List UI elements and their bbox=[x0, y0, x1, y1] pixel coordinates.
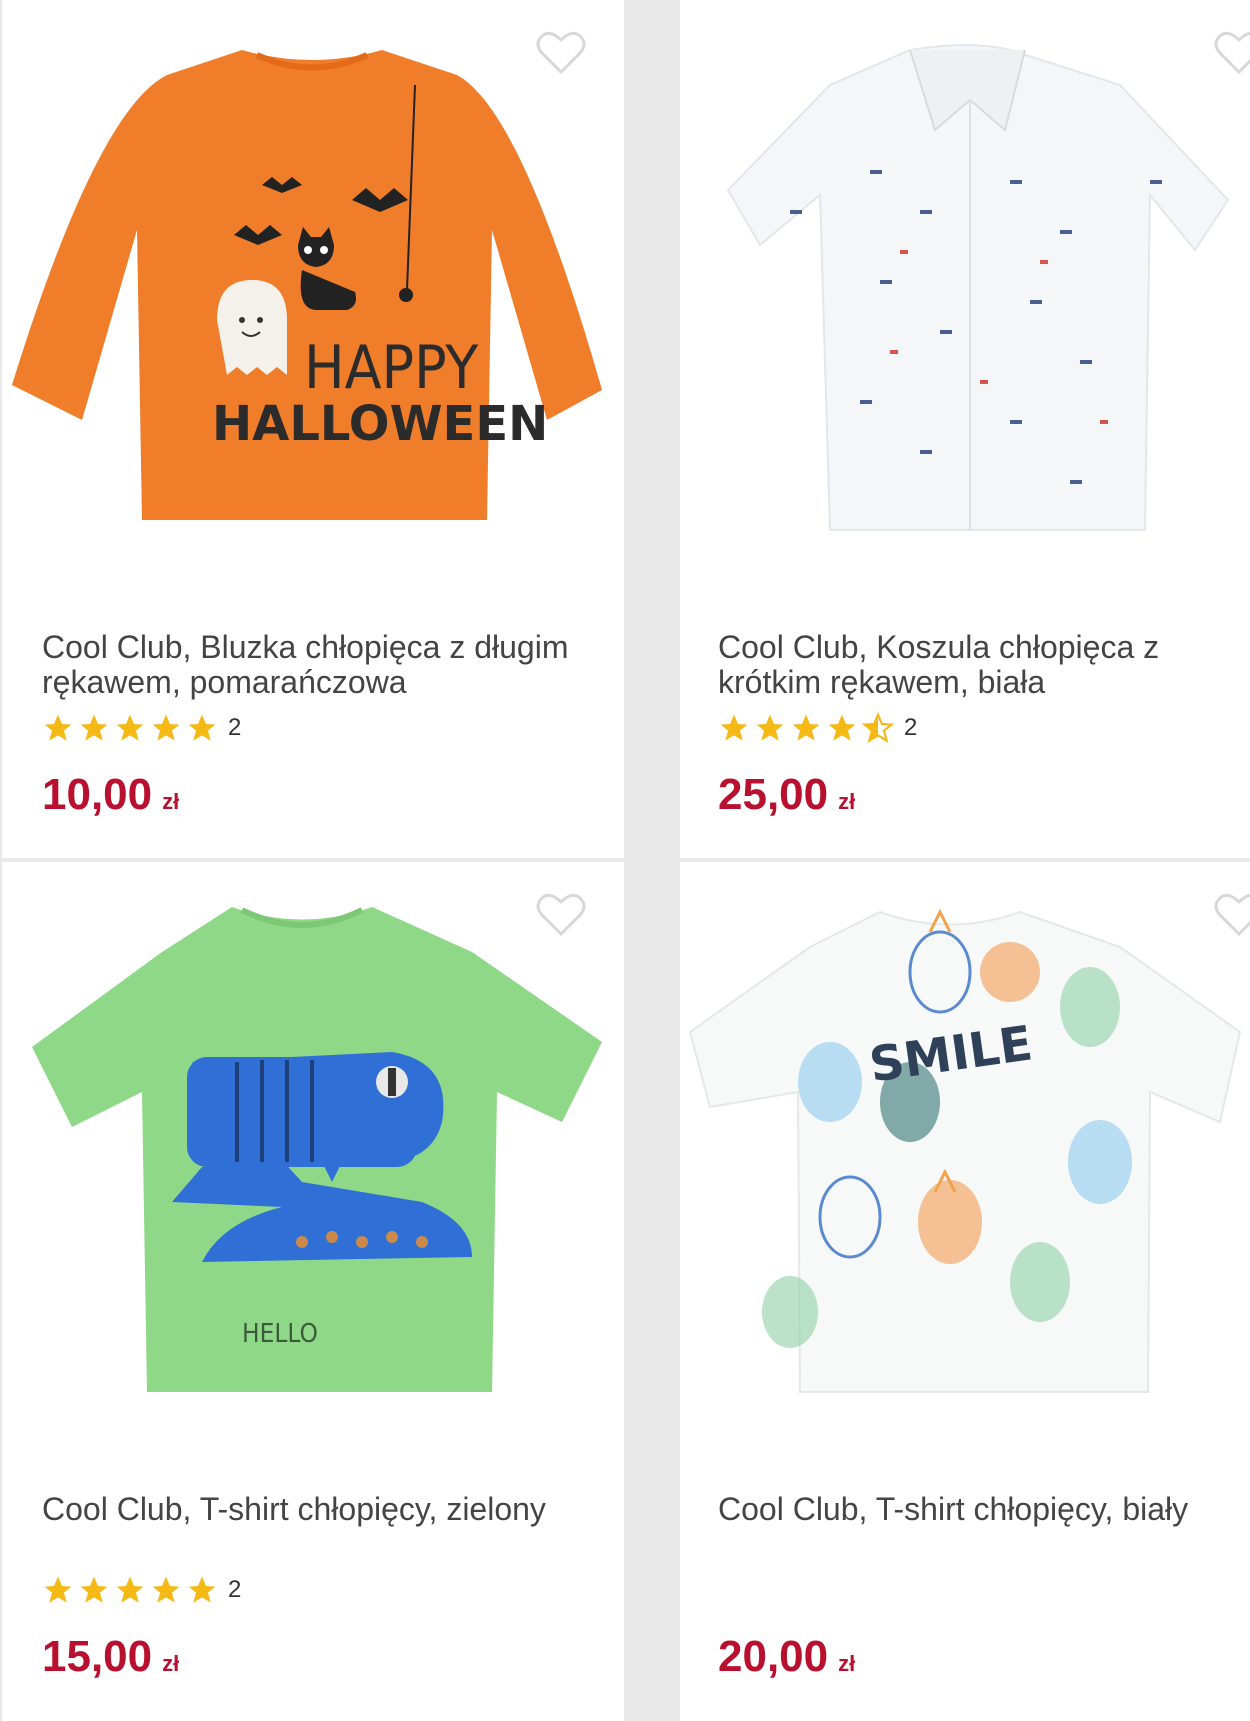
price-amount: 15,00 bbox=[42, 1632, 153, 1681]
price-currency: zł bbox=[162, 789, 180, 814]
product-price: 15,00 zł bbox=[42, 1632, 179, 1682]
star-icon bbox=[152, 1576, 180, 1603]
star-icon bbox=[152, 714, 180, 741]
heart-outline-icon[interactable] bbox=[536, 892, 586, 938]
rating: 2 bbox=[42, 712, 241, 744]
product-image[interactable]: HAPPY HALLOWEEN bbox=[2, 0, 624, 560]
star-icon bbox=[44, 714, 72, 741]
product-image[interactable]: SMILE bbox=[680, 862, 1250, 1422]
star-icon bbox=[756, 714, 784, 741]
rating: 2 bbox=[42, 1574, 241, 1606]
image-text: HAPPY bbox=[304, 333, 479, 403]
star-icon bbox=[828, 714, 856, 741]
heart-outline-icon[interactable] bbox=[1214, 892, 1250, 938]
price-currency: zł bbox=[838, 789, 856, 814]
star-icon bbox=[720, 714, 748, 741]
price-amount: 20,00 bbox=[718, 1632, 829, 1681]
image-text: HELLO bbox=[242, 1319, 318, 1349]
product-grid: HAPPY HALLOWEEN Cool Club, Bluzka chłopi… bbox=[0, 0, 1250, 1721]
product-card[interactable]: HELLO Cool Club, T-shirt chłopięcy, ziel… bbox=[2, 862, 624, 1721]
product-card[interactable]: Cool Club, Koszula chłopięca z krótkim r… bbox=[680, 0, 1250, 858]
product-price: 10,00 zł bbox=[42, 770, 179, 820]
image-text: HALLOWEEN bbox=[212, 396, 548, 452]
star-half-icon bbox=[862, 712, 894, 743]
price-currency: zł bbox=[838, 1651, 856, 1676]
rating-count: 2 bbox=[228, 714, 242, 741]
star-icon bbox=[188, 1576, 216, 1603]
heart-outline-icon[interactable] bbox=[1214, 30, 1250, 76]
rating: 2 bbox=[718, 712, 917, 744]
star-icon bbox=[80, 714, 108, 741]
price-amount: 10,00 bbox=[42, 770, 153, 819]
product-title[interactable]: Cool Club, T-shirt chłopięcy, zielony bbox=[42, 1492, 602, 1527]
product-card[interactable]: HAPPY HALLOWEEN Cool Club, Bluzka chłopi… bbox=[2, 0, 624, 858]
price-currency: zł bbox=[162, 1651, 180, 1676]
price-amount: 25,00 bbox=[718, 770, 829, 819]
star-icon bbox=[44, 1576, 72, 1603]
product-price: 25,00 zł bbox=[718, 770, 855, 820]
star-icon bbox=[116, 714, 144, 741]
star-icon bbox=[188, 714, 216, 741]
product-card[interactable]: SMILE Cool Club, T-shirt chłopięcy, biał… bbox=[680, 862, 1250, 1721]
rating-count: 2 bbox=[228, 1576, 242, 1603]
heart-outline-icon[interactable] bbox=[536, 30, 586, 76]
product-title[interactable]: Cool Club, Koszula chłopięca z krótkim r… bbox=[718, 630, 1238, 700]
rating-count: 2 bbox=[904, 714, 918, 741]
product-title[interactable]: Cool Club, T-shirt chłopięcy, biały bbox=[718, 1492, 1238, 1527]
star-icon bbox=[792, 714, 820, 741]
star-icon bbox=[116, 1576, 144, 1603]
product-image[interactable]: HELLO bbox=[2, 862, 624, 1422]
product-image[interactable] bbox=[680, 0, 1250, 560]
star-icon bbox=[80, 1576, 108, 1603]
product-price: 20,00 zł bbox=[718, 1632, 855, 1682]
product-title[interactable]: Cool Club, Bluzka chłopięca z długim ręk… bbox=[42, 630, 602, 700]
